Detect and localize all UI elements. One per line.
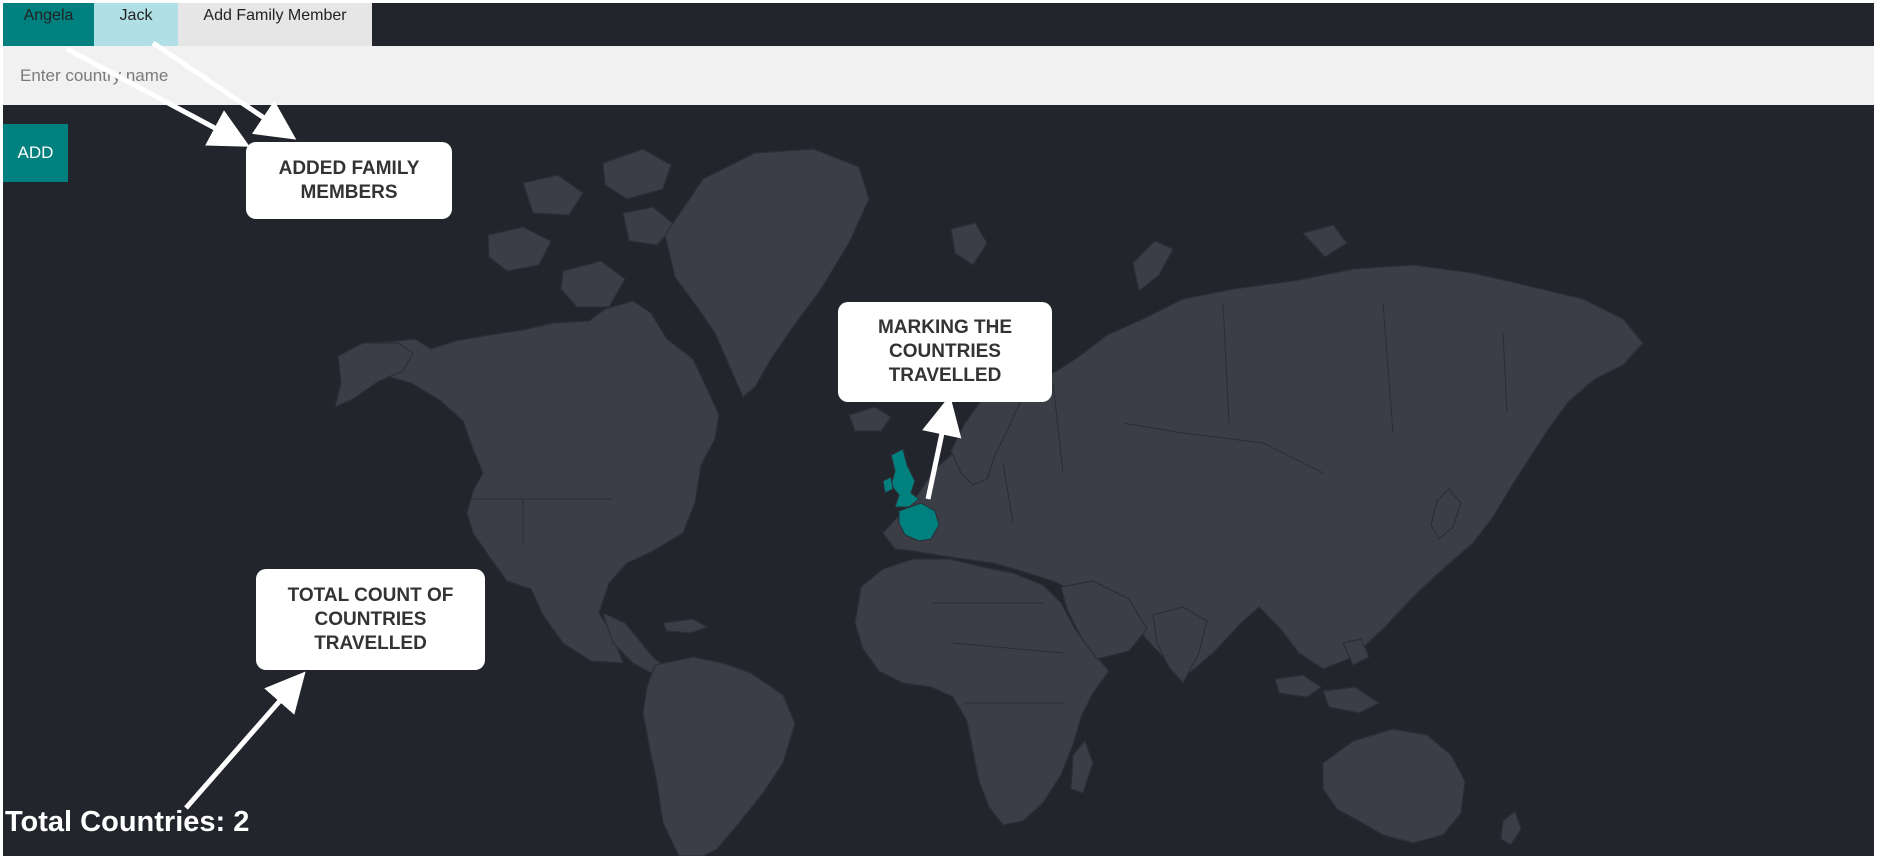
- callout-total-count: TOTAL COUNT OF COUNTRIES TRAVELLED: [256, 569, 485, 670]
- country-name-input[interactable]: [3, 46, 1874, 105]
- visited-country-united-kingdom: [890, 448, 920, 508]
- total-countries-count: Total Countries: 2: [5, 806, 250, 838]
- tab-jack[interactable]: Jack: [94, 3, 178, 46]
- visited-country-ireland-shape: [882, 476, 894, 494]
- southeast-asia-island: [1322, 686, 1381, 714]
- southeast-asia-island: [1274, 674, 1323, 698]
- add-country-button[interactable]: ADD: [3, 124, 68, 182]
- india-landmass: [1152, 606, 1208, 685]
- app-frame: Angela Jack Add Family Member ADD ADDED …: [3, 3, 1874, 856]
- severnaya-zemlya-landmass: [1301, 224, 1348, 258]
- australia-landmass: [1322, 728, 1466, 844]
- arctic-island: [487, 226, 552, 272]
- arctic-island: [560, 260, 626, 308]
- tab-angela-label: Angela: [23, 7, 74, 24]
- world-map: [334, 148, 1644, 856]
- south-america-landmass: [642, 656, 796, 856]
- novaya-zemlya-landmass: [1132, 240, 1174, 293]
- iceland-landmass: [848, 406, 892, 432]
- tab-add-family-member-label: Add Family Member: [203, 7, 347, 24]
- arctic-island: [522, 174, 584, 216]
- caribbean-island: [662, 618, 709, 634]
- tab-jack-label: Jack: [119, 7, 153, 24]
- tab-angela[interactable]: Angela: [3, 3, 94, 46]
- arctic-island: [602, 148, 672, 200]
- callout-added-family-members: ADDED FAMILY MEMBERS: [246, 142, 452, 219]
- callout-marking-countries: MARKING THE COUNTRIES TRAVELLED: [838, 302, 1052, 402]
- new-zealand-landmass: [1500, 809, 1522, 846]
- tab-add-family-member[interactable]: Add Family Member: [178, 3, 372, 46]
- madagascar-landmass: [1070, 739, 1094, 794]
- svalbard-landmass: [950, 222, 988, 266]
